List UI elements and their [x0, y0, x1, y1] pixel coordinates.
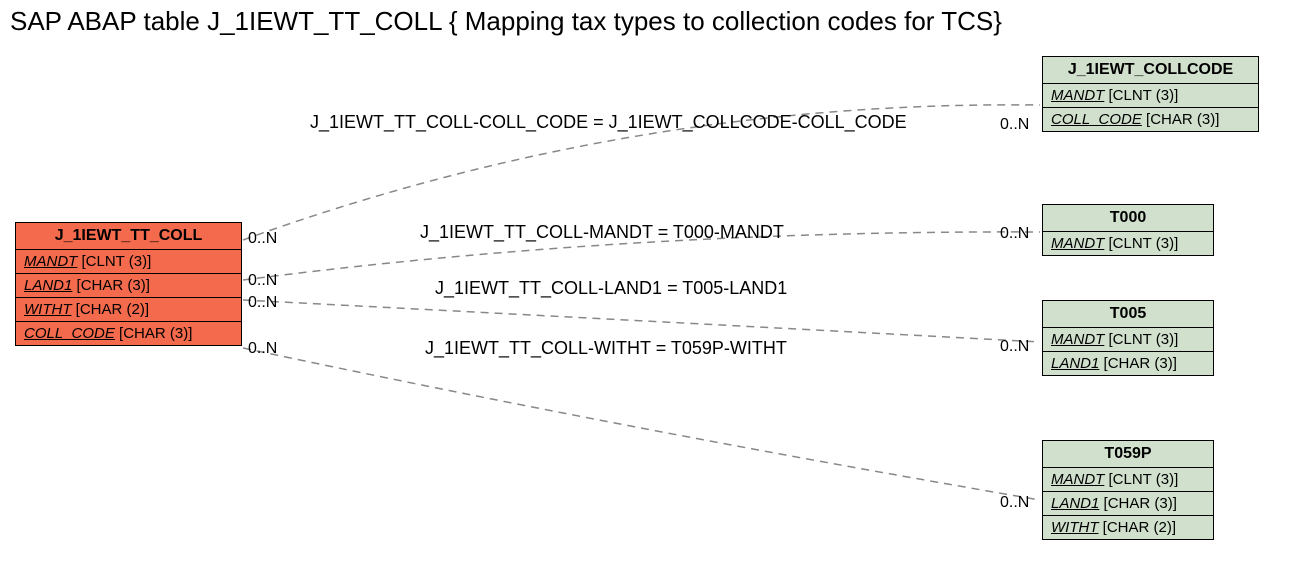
cardinality-left: 0..N [248, 272, 277, 290]
entity-j1iewt-tt-coll: J_1IEWT_TT_COLL MANDT [CLNT (3)] LAND1 [… [15, 222, 242, 346]
entity-t000: T000 MANDT [CLNT (3)] [1042, 204, 1214, 256]
field-row: MANDT [CLNT (3)] [1043, 328, 1213, 352]
entity-t005: T005 MANDT [CLNT (3)] LAND1 [CHAR (3)] [1042, 300, 1214, 376]
entity-header: J_1IEWT_COLLCODE [1043, 57, 1258, 84]
field-row: LAND1 [CHAR (3)] [16, 274, 241, 298]
cardinality-right: 0..N [1000, 116, 1029, 134]
cardinality-right: 0..N [1000, 338, 1029, 356]
relation-label: J_1IEWT_TT_COLL-LAND1 = T005-LAND1 [435, 278, 787, 299]
entity-header: T005 [1043, 301, 1213, 328]
field-row: MANDT [CLNT (3)] [1043, 84, 1258, 108]
relation-label: J_1IEWT_TT_COLL-MANDT = T000-MANDT [420, 222, 784, 243]
entity-header: T000 [1043, 205, 1213, 232]
entity-header: T059P [1043, 441, 1213, 468]
relation-label: J_1IEWT_TT_COLL-COLL_CODE = J_1IEWT_COLL… [310, 112, 907, 133]
cardinality-left: 0..N [248, 230, 277, 248]
relation-label: J_1IEWT_TT_COLL-WITHT = T059P-WITHT [425, 338, 787, 359]
entity-t059p: T059P MANDT [CLNT (3)] LAND1 [CHAR (3)] … [1042, 440, 1214, 540]
entity-j1iewt-collcode: J_1IEWT_COLLCODE MANDT [CLNT (3)] COLL_C… [1042, 56, 1259, 132]
cardinality-left: 0..N [248, 294, 277, 312]
field-row: MANDT [CLNT (3)] [1043, 232, 1213, 255]
cardinality-left: 0..N [248, 340, 277, 358]
cardinality-right: 0..N [1000, 225, 1029, 243]
cardinality-right: 0..N [1000, 494, 1029, 512]
field-row: MANDT [CLNT (3)] [16, 250, 241, 274]
field-row: WITHT [CHAR (2)] [16, 298, 241, 322]
field-row: MANDT [CLNT (3)] [1043, 468, 1213, 492]
field-row: LAND1 [CHAR (3)] [1043, 492, 1213, 516]
entity-header: J_1IEWT_TT_COLL [16, 223, 241, 250]
field-row: WITHT [CHAR (2)] [1043, 516, 1213, 539]
field-row: COLL_CODE [CHAR (3)] [16, 322, 241, 345]
field-row: LAND1 [CHAR (3)] [1043, 352, 1213, 375]
field-row: COLL_CODE [CHAR (3)] [1043, 108, 1258, 131]
